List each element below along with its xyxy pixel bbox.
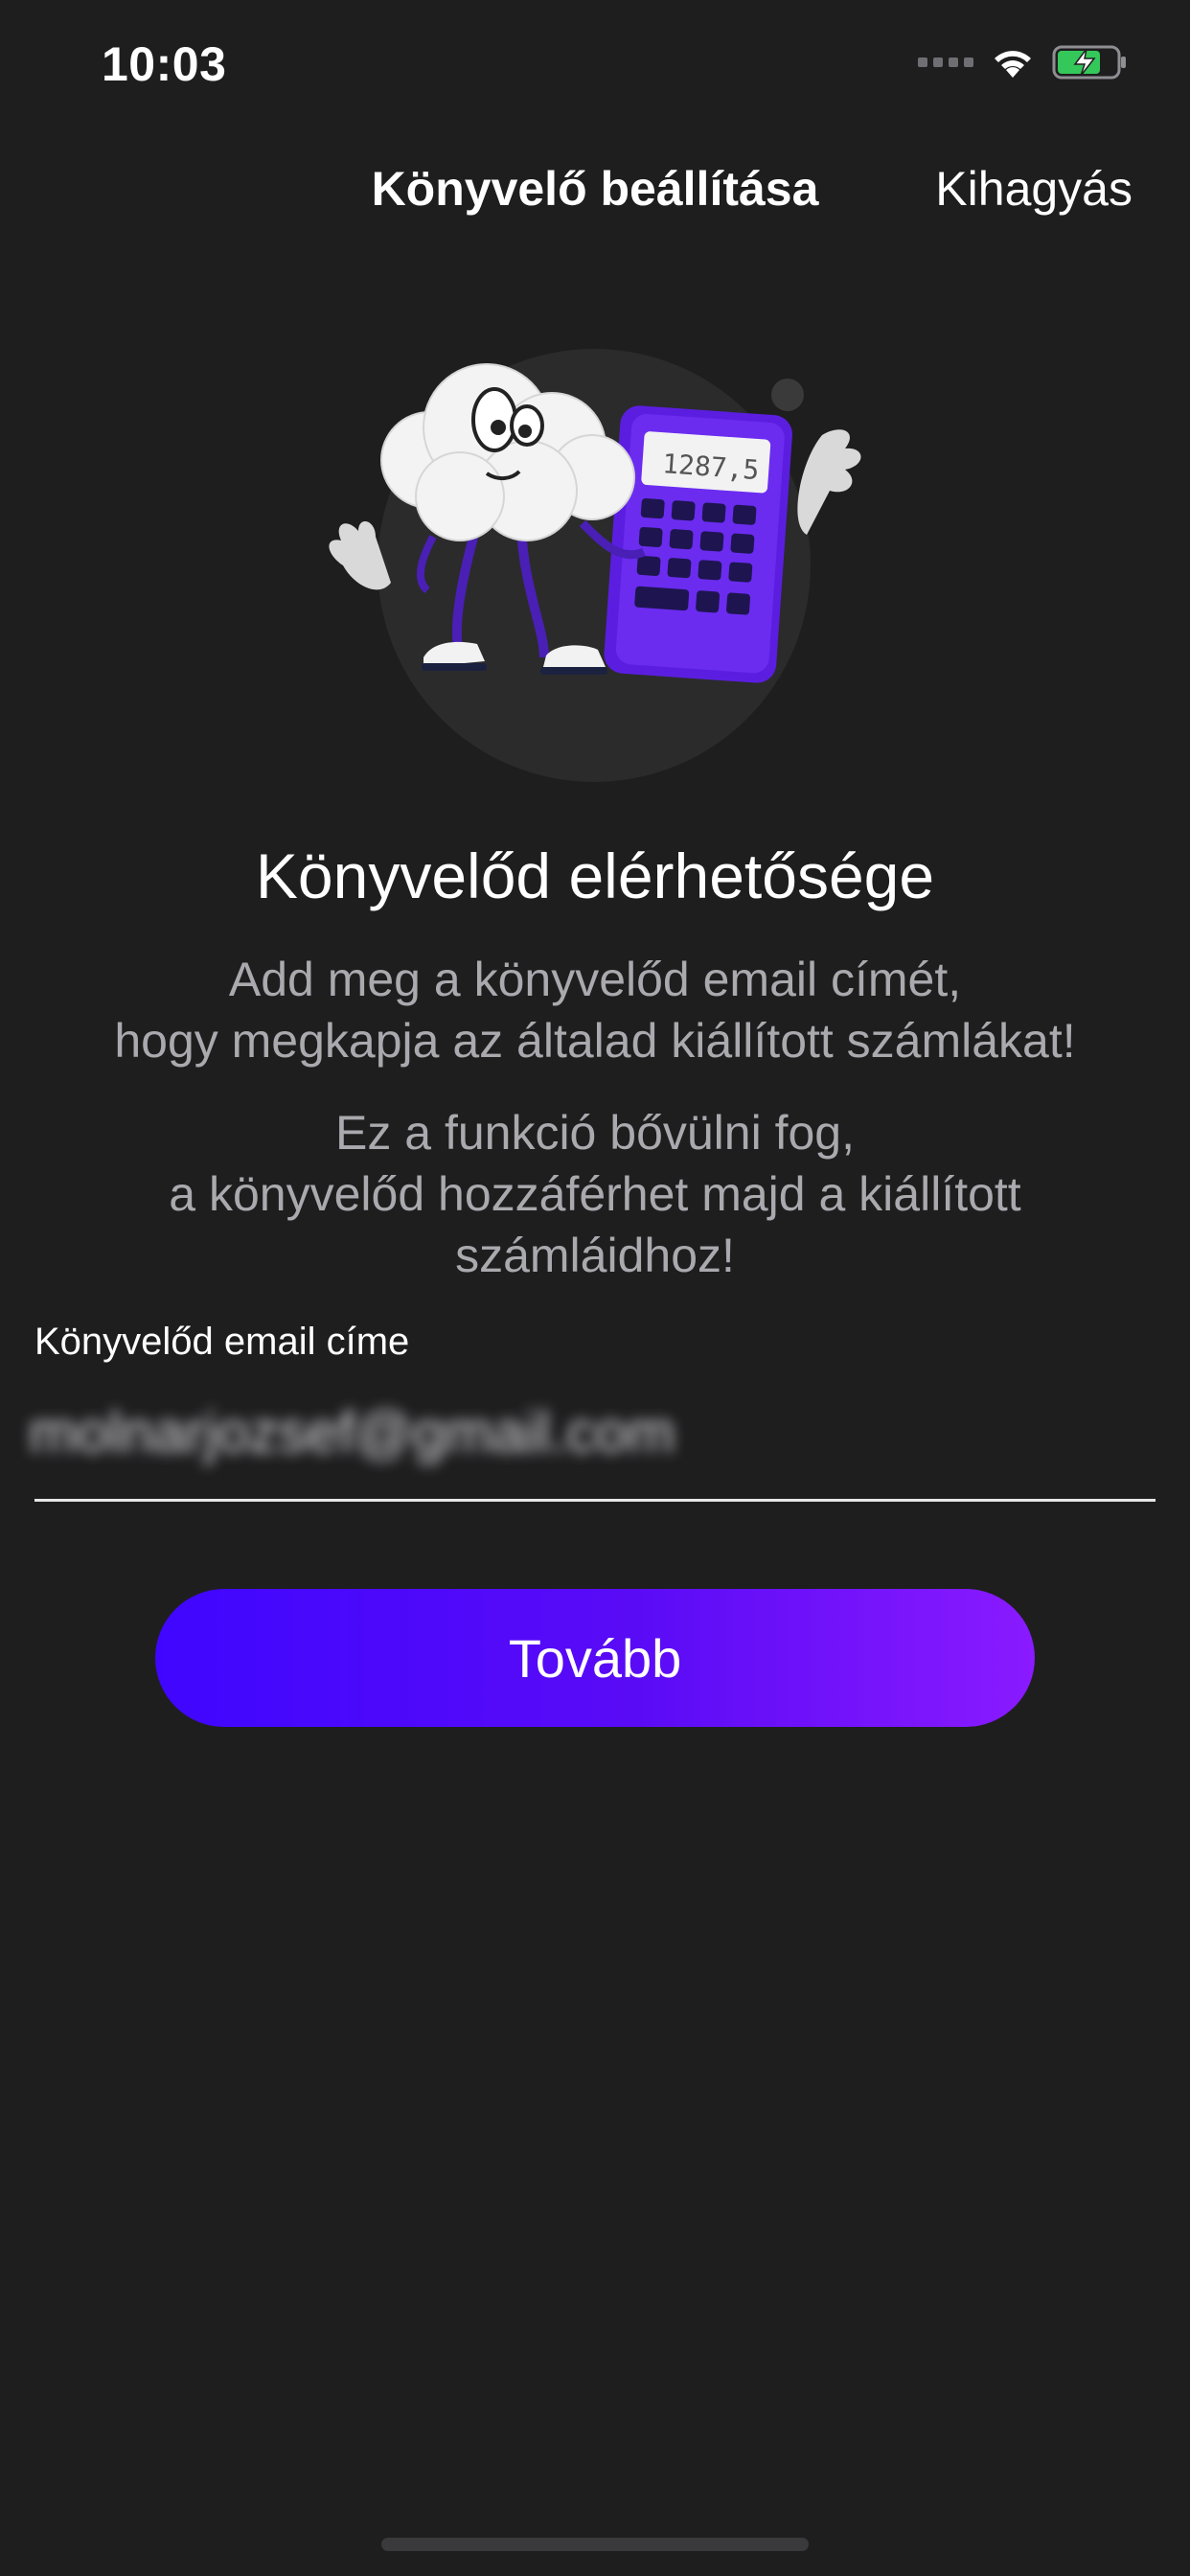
- status-time: 10:03: [102, 37, 227, 91]
- description-secondary-line-1: Ez a funkció bővülni fog,: [335, 1106, 855, 1160]
- cellular-signal-icon: [918, 58, 973, 67]
- wifi-icon: [995, 51, 1031, 78]
- description-primary: Add meg a könyvelőd email címét, hogy me…: [38, 949, 1152, 1071]
- skip-button[interactable]: Kihagyás: [935, 161, 1133, 217]
- description-secondary-line-2: a könyvelőd hozzáférhet majd a kiállítot…: [169, 1167, 1021, 1221]
- cloud-calculator-illustration: 1287,5: [329, 349, 861, 782]
- description-secondary: Ez a funkció bővülni fog, a könyvelőd ho…: [38, 1102, 1152, 1286]
- email-field[interactable]: molnarjozsef@gmail.com: [29, 1399, 675, 1465]
- description-primary-line-2: hogy megkapja az általad kiállított szám…: [114, 1014, 1076, 1068]
- page-heading: Könyvelőd elérhetősége: [255, 840, 935, 911]
- calculator-display: 1287,5: [661, 448, 760, 486]
- description-secondary-line-3: számláidhoz!: [455, 1229, 735, 1282]
- screen: 10:03 Könyvelő beállítása Kihagyás 1287,…: [0, 0, 1190, 2576]
- status-icons: [918, 44, 1129, 80]
- description-primary-line-1: Add meg a könyvelőd email címét,: [228, 953, 962, 1006]
- next-button[interactable]: Tovább: [155, 1589, 1035, 1727]
- email-field-label: Könyvelőd email címe: [34, 1321, 410, 1363]
- nav-title-text: Könyvelő beállítása: [371, 162, 819, 216]
- email-field-underline: [34, 1499, 1156, 1502]
- home-indicator[interactable]: [381, 2538, 809, 2551]
- status-bar: 10:03: [0, 0, 1190, 125]
- battery-charging-icon: [1052, 45, 1126, 80]
